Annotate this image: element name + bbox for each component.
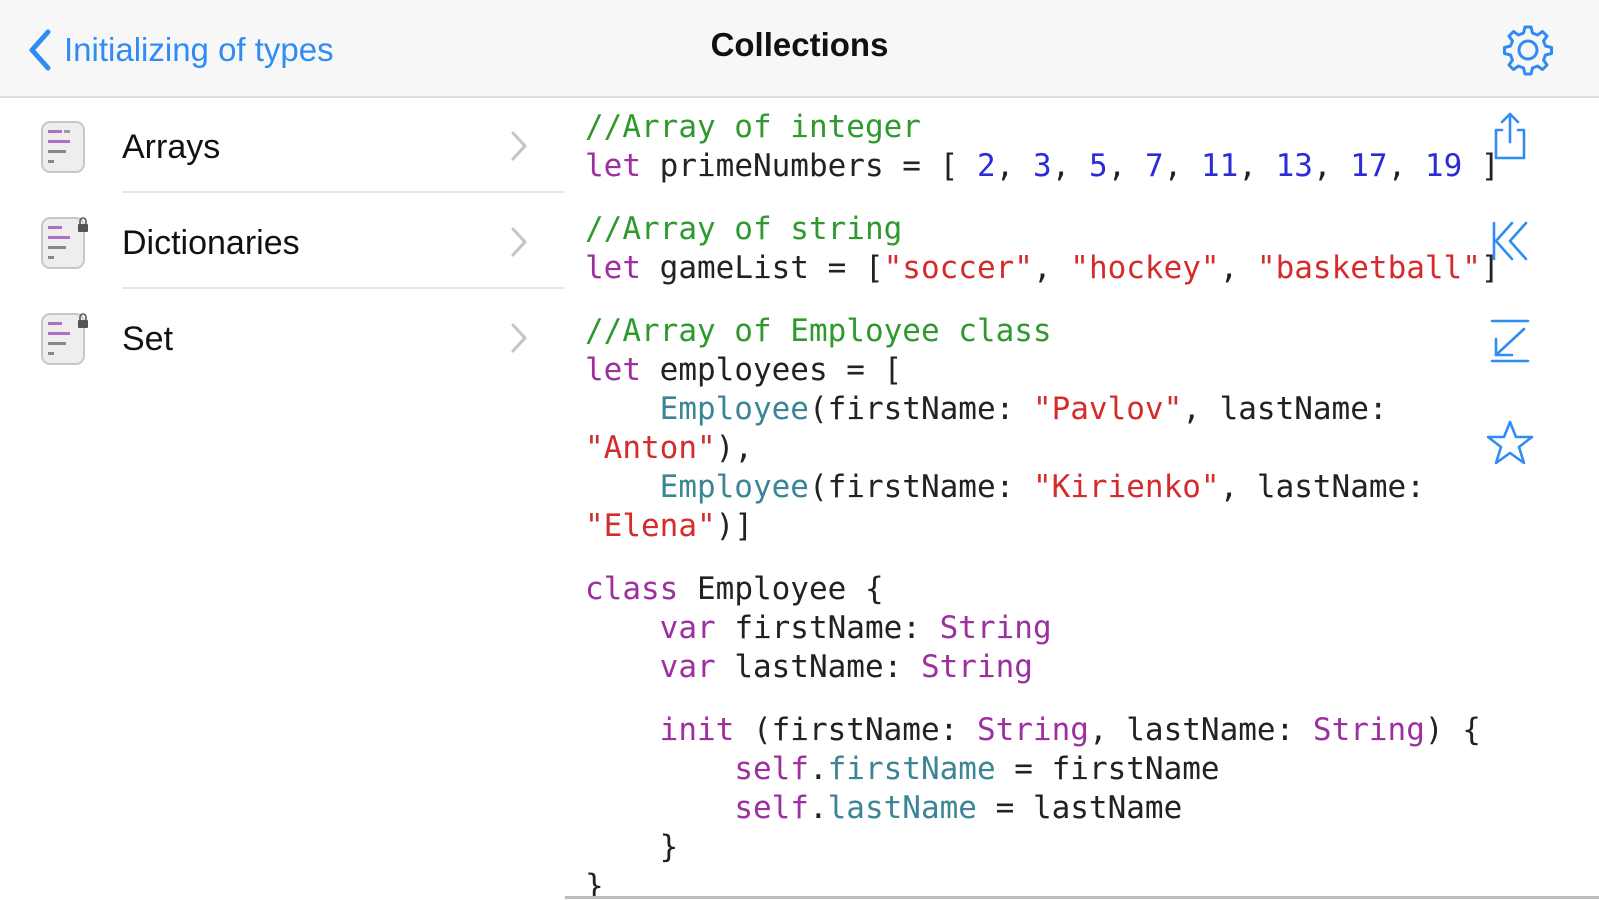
code-spacer	[585, 546, 1535, 570]
chevron-right-icon	[511, 131, 527, 161]
code-line: self.firstName = firstName	[734, 751, 1220, 787]
code-line: self.lastName = lastName	[734, 790, 1183, 826]
code-line: let primeNumbers = [ 2, 3, 5, 7, 11, 13,…	[585, 148, 1500, 184]
skip-to-start-icon[interactable]	[1484, 215, 1536, 267]
code-line: Employee(firstName: "Kirienko", lastName…	[659, 469, 1425, 505]
code-line: Employee(firstName: "Pavlov", lastName:	[659, 391, 1388, 427]
code-line: //Array of Employee class	[585, 313, 1052, 349]
code-spacer	[585, 288, 1535, 312]
star-icon[interactable]	[1484, 418, 1536, 470]
download-icon[interactable]	[1484, 315, 1536, 367]
locked-code-file-icon	[41, 217, 88, 269]
share-icon[interactable]	[1484, 110, 1536, 162]
sidebar-item-label: Arrays	[122, 128, 221, 166]
row-divider	[122, 191, 565, 193]
action-toolbar	[1480, 110, 1560, 490]
code-file-icon	[41, 121, 85, 173]
code-view[interactable]: //Array of integer let primeNumbers = [ 2…	[585, 108, 1535, 898]
bottom-divider	[565, 896, 1599, 899]
locked-code-file-icon	[41, 313, 88, 365]
chevron-right-icon	[511, 227, 527, 257]
code-spacer	[585, 687, 1535, 711]
sidebar-item-label: Set	[122, 320, 174, 358]
code-line: var lastName: String	[659, 649, 1033, 685]
sidebar-item-dictionaries[interactable]: Dictionaries	[0, 194, 565, 290]
code-line: //Array of string	[585, 211, 903, 247]
code-line: var firstName: String	[659, 610, 1052, 646]
code-line: }	[585, 829, 679, 865]
code-line: class Employee {	[585, 571, 884, 607]
code-line: "Anton"),	[585, 430, 753, 466]
code-line: let employees = [	[585, 352, 903, 388]
page-title: Collections	[710, 26, 889, 63]
code-line: let gameList = ["soccer", "hockey", "bas…	[585, 250, 1500, 286]
code-line: "Elena")]	[585, 508, 753, 544]
gear-icon[interactable]	[1500, 22, 1556, 78]
sidebar: Arrays Dictionaries Set	[0, 98, 565, 900]
sidebar-item-set[interactable]: Set	[0, 290, 565, 386]
navigation-bar: Initializing of types Collections	[0, 0, 1599, 98]
chevron-right-icon	[511, 323, 527, 353]
code-spacer	[585, 186, 1535, 210]
row-divider	[122, 287, 565, 289]
code-line: //Array of integer	[585, 109, 921, 145]
code-line: init (firstName: String, lastName: Strin…	[659, 712, 1481, 748]
sidebar-item-arrays[interactable]: Arrays	[0, 98, 565, 194]
code-line: }	[585, 868, 604, 898]
sidebar-item-label: Dictionaries	[122, 224, 300, 262]
